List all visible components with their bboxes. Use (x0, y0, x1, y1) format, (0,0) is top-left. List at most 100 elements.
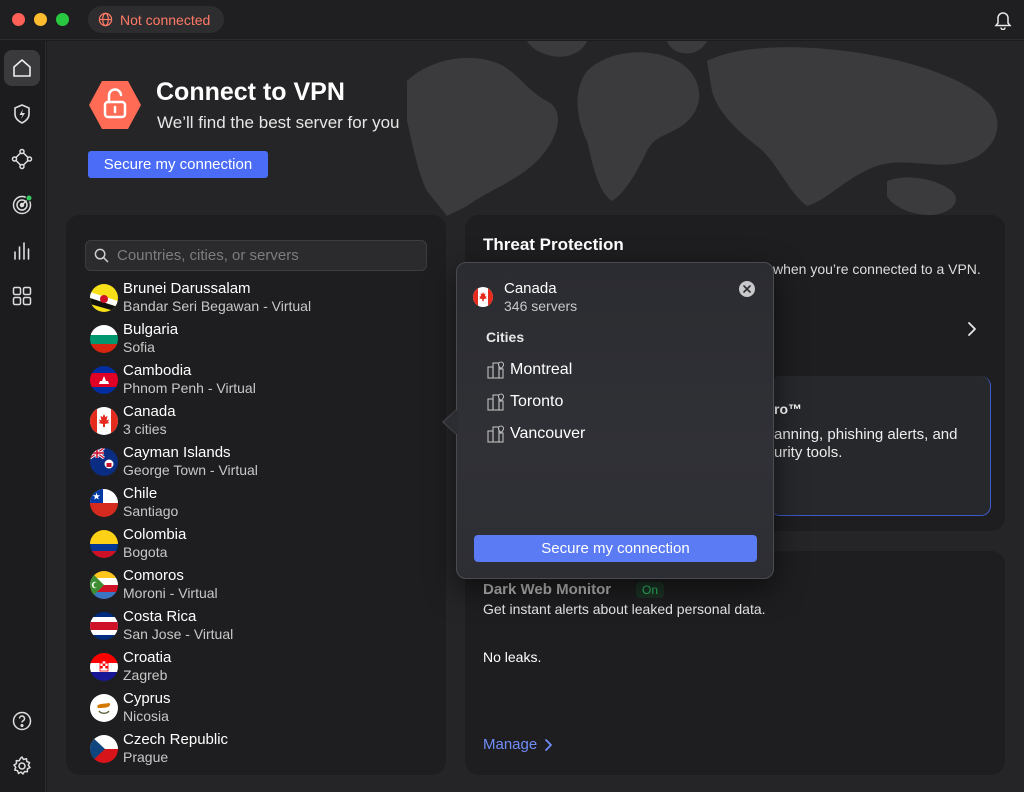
shield-bolt-icon (14, 104, 30, 124)
country-item-costa-rica[interactable]: Costa Rica San Jose - Virtual (88, 608, 428, 646)
country-name: Cyprus (123, 690, 171, 707)
country-name: Brunei Darussalam (123, 280, 251, 297)
city-item-toronto[interactable]: Toronto (486, 391, 563, 413)
manage-link[interactable]: Manage (483, 736, 553, 753)
country-sub: 3 cities (123, 421, 167, 437)
country-name: Costa Rica (123, 608, 197, 625)
radar-icon (12, 194, 33, 215)
country-item-chile[interactable]: Chile Santiago (88, 485, 428, 523)
sidebar-item-settings[interactable] (4, 748, 40, 784)
country-name: Canada (123, 403, 176, 420)
globe-icon (98, 12, 113, 27)
secure-connection-button[interactable]: Secure my connection (88, 151, 268, 178)
country-item-cambodia[interactable]: Cambodia Phnom Penh - Virtual (88, 362, 428, 400)
country-item-colombia[interactable]: Colombia Bogota (88, 526, 428, 564)
search-input[interactable] (117, 247, 417, 264)
title-bar: Not connected (0, 0, 1024, 40)
unlocked-padlock-icon (89, 81, 141, 129)
country-item-cyprus[interactable]: Cyprus Nicosia (88, 690, 428, 728)
flag-cayman-islands-icon (90, 448, 118, 476)
city-name: Toronto (510, 393, 564, 410)
flag-croatia-icon (90, 653, 118, 681)
chevron-right-icon (545, 738, 553, 751)
country-sub: Bandar Seri Begawan - Virtual (123, 298, 312, 314)
home-icon (13, 59, 31, 77)
promo-desc-line: urity tools. (774, 444, 843, 461)
country-sub: George Town - Virtual (123, 462, 258, 478)
connection-status-pill[interactable]: Not connected (88, 6, 224, 33)
dark-web-monitor-title: Dark Web Monitor (483, 581, 612, 598)
manage-label: Manage (483, 736, 538, 753)
threat-protection-desc: when you’re connected to a VPN. (773, 261, 981, 277)
sidebar (0, 41, 46, 792)
page-subtitle: We’ll find the best server for you (157, 113, 400, 132)
sidebar-item-statistics[interactable] (4, 233, 40, 269)
country-name: Cambodia (123, 362, 192, 379)
minimize-window-button[interactable] (34, 13, 47, 26)
world-map[interactable] (407, 41, 1024, 216)
search-icon (94, 248, 109, 263)
country-name: Comoros (123, 567, 184, 584)
country-sub: Santiago (123, 503, 179, 519)
city-name: Montreal (510, 361, 573, 378)
threat-protection-title: Threat Protection (483, 235, 624, 254)
flag-canada-icon (473, 287, 493, 307)
bar-chart-icon (14, 242, 30, 260)
country-name: Chile (123, 485, 158, 502)
country-item-croatia[interactable]: Croatia Zagreb (88, 649, 428, 687)
popover-server-count: 346 servers (504, 298, 578, 314)
country-sub: Moroni - Virtual (123, 585, 218, 601)
dark-web-monitor-card: Dark Web Monitor On Get instant alerts a… (465, 551, 1005, 775)
country-item-czech-republic[interactable]: Czech Republic Prague (88, 731, 428, 769)
country-sub: Zagreb (123, 667, 168, 683)
country-name: Colombia (123, 526, 187, 543)
sidebar-item-threat-protection[interactable] (4, 96, 40, 132)
city-buildings-icon (487, 425, 505, 443)
leaks-status: No leaks. (483, 649, 542, 665)
close-popover-button[interactable] (739, 281, 755, 297)
country-item-comoros[interactable]: Comoros Moroni - Virtual (88, 567, 428, 605)
flag-canada-icon (90, 407, 118, 435)
bell-icon[interactable] (994, 10, 1012, 30)
close-window-button[interactable] (12, 13, 25, 26)
sidebar-item-help[interactable] (4, 703, 40, 739)
page-title: Connect to VPN (156, 78, 345, 106)
flag-colombia-icon (90, 530, 118, 558)
popover-secure-connection-button[interactable]: Secure my connection (474, 535, 757, 562)
country-sub: Nicosia (123, 708, 169, 724)
country-item-bulgaria[interactable]: Bulgaria Sofia (88, 321, 428, 359)
country-sub: Phnom Penh - Virtual (123, 380, 256, 396)
zoom-window-button[interactable] (56, 13, 69, 26)
popover-arrow-fill (444, 409, 458, 435)
country-item-brunei[interactable]: Brunei Darussalam Bandar Seri Begawan - … (88, 280, 428, 318)
country-sub: Sofia (123, 339, 155, 355)
help-icon (12, 711, 32, 731)
flag-czech-republic-icon (90, 735, 118, 763)
promo-desc: anning, phishing alerts, and urity tools… (774, 426, 957, 462)
flag-comoros-icon (90, 571, 118, 599)
flag-cyprus-icon (90, 694, 118, 722)
search-box[interactable] (85, 240, 427, 271)
status-badge: On (636, 582, 665, 598)
country-name: Cayman Islands (123, 444, 231, 461)
country-name: Bulgaria (123, 321, 179, 338)
city-item-montreal[interactable]: Montreal (486, 359, 572, 381)
sidebar-item-meshnet[interactable] (4, 141, 40, 177)
city-item-vancouver[interactable]: Vancouver (486, 423, 585, 445)
city-name: Vancouver (510, 425, 586, 442)
country-sub: San Jose - Virtual (123, 626, 234, 642)
dark-web-monitor-desc: Get instant alerts about leaked personal… (483, 601, 766, 617)
country-item-cayman-islands[interactable]: Cayman Islands George Town - Virtual (88, 444, 428, 482)
country-item-canada[interactable]: Canada 3 cities (88, 403, 428, 441)
chevron-right-icon[interactable] (965, 321, 979, 337)
city-buildings-icon (487, 393, 505, 411)
promo-title: ro™ (774, 401, 802, 417)
sidebar-item-home[interactable] (4, 50, 40, 86)
promo-desc-line: anning, phishing alerts, and (774, 426, 958, 443)
sidebar-item-dark-web-monitor[interactable] (4, 187, 40, 223)
flag-chile-icon (90, 489, 118, 517)
country-sub: Prague (123, 749, 169, 765)
flag-brunei-icon (90, 284, 118, 312)
country-sub: Bogota (123, 544, 168, 560)
sidebar-item-apps[interactable] (4, 278, 40, 314)
